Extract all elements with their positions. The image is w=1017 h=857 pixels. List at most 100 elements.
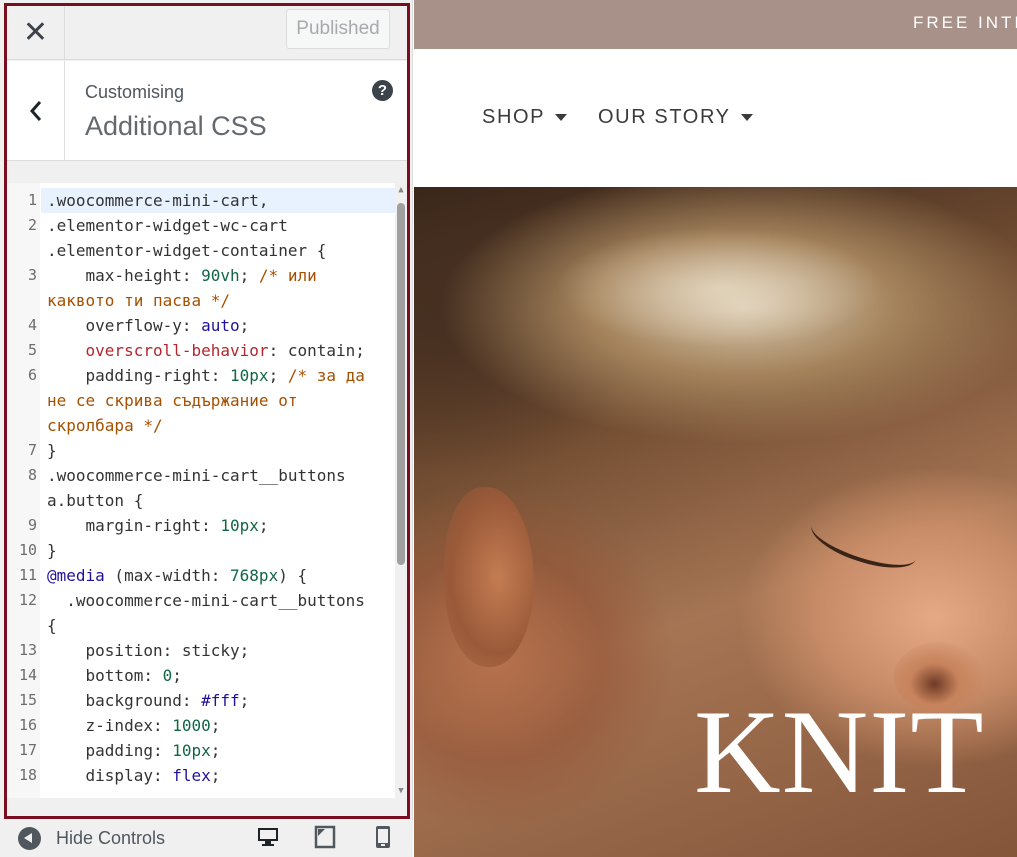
code-text: @media (max-width: 768px) { <box>41 563 395 588</box>
line-number: 1 <box>27 191 37 209</box>
code-token: 10px <box>220 516 259 535</box>
code-token: padding: <box>47 741 173 760</box>
code-line[interactable]: 12 .woocommerce-mini-cart__buttons <box>7 588 395 613</box>
editor-scrollbar[interactable]: ▲ ▼ <box>395 183 407 798</box>
code-line[interactable]: не се скрива съдържание от <box>7 388 395 413</box>
line-number: 18 <box>18 766 37 784</box>
line-number: 16 <box>18 716 37 734</box>
code-token: /* или <box>258 266 317 285</box>
site-navigation: SHOP OUR STORY <box>414 49 1017 187</box>
nav-item-our-story[interactable]: OUR STORY <box>598 106 753 129</box>
code-token: 10px <box>172 741 211 760</box>
scroll-down-icon[interactable]: ▼ <box>396 786 406 796</box>
code-line[interactable]: 15 background: #fff; <box>7 688 395 713</box>
code-line[interactable]: 10} <box>7 538 395 563</box>
publish-button[interactable]: Published <box>286 9 390 49</box>
help-glyph: ? <box>377 82 388 99</box>
mobile-preview-button[interactable] <box>371 825 395 854</box>
code-token: padding-right: <box>47 366 231 385</box>
hide-controls-button[interactable]: Hide Controls <box>18 824 165 852</box>
code-text: .woocommerce-mini-cart__buttons <box>41 588 395 613</box>
line-number: 6 <box>27 366 37 384</box>
code-token: (max-width: <box>104 566 231 585</box>
scroll-thumb[interactable] <box>397 203 405 565</box>
code-token: @media <box>47 566 105 585</box>
code-token: ; <box>258 516 269 535</box>
code-line[interactable]: 8 .woocommerce-mini-cart__buttons <box>7 463 395 488</box>
desktop-preview-button[interactable] <box>256 825 280 854</box>
code-token: position: sticky; <box>47 641 250 660</box>
code-line[interactable]: 5 overscroll-behavior: contain; <box>7 338 395 363</box>
code-token: overflow-y: <box>47 316 202 335</box>
code-token: ; <box>210 766 221 785</box>
code-token: } <box>47 541 57 560</box>
code-line[interactable]: a.button { <box>7 488 395 513</box>
code-token: max-height: <box>47 266 202 285</box>
code-token: .woocommerce-mini-cart__buttons <box>47 591 365 610</box>
code-token: ; <box>210 716 221 735</box>
code-text: padding-right: 10px; /* за да <box>41 363 395 388</box>
code-text: .woocommerce-mini-cart__buttons <box>41 463 395 488</box>
code-line[interactable]: скролбара */ <box>7 413 395 438</box>
code-text: margin-right: 10px; <box>41 513 395 538</box>
code-line[interactable]: .elementor-widget-container { <box>7 238 395 263</box>
code-text: .elementor-widget-container { <box>41 238 395 263</box>
announcement-bar: FREE INTE <box>414 0 1017 49</box>
back-button[interactable] <box>7 61 65 160</box>
tablet-preview-button[interactable] <box>313 825 337 854</box>
customising-label: Customising <box>85 82 185 102</box>
announcement-text: FREE INTE <box>913 13 1017 32</box>
code-text: position: sticky; <box>41 638 395 663</box>
code-text: не се скрива съдържание от <box>41 388 395 413</box>
code-line[interactable]: 14 bottom: 0; <box>7 663 395 688</box>
help-icon[interactable]: ? <box>372 80 393 101</box>
collapse-icon <box>18 826 41 850</box>
code-line[interactable]: 1 .woocommerce-mini-cart, <box>7 188 395 213</box>
code-token: auto <box>201 316 240 335</box>
line-number: 4 <box>27 316 37 334</box>
line-number: 9 <box>27 516 37 534</box>
code-line[interactable]: 16 z-index: 1000; <box>7 713 395 738</box>
code-token: ) { <box>278 566 308 585</box>
chevron-left-icon <box>29 100 41 121</box>
code-line[interactable]: 18 display: flex; <box>7 763 395 788</box>
nav-label: OUR STORY <box>598 106 731 128</box>
nav-item-shop[interactable]: SHOP <box>482 106 568 129</box>
code-token: a.button { <box>47 491 144 510</box>
code-token: z-index: <box>47 716 173 735</box>
code-token: ; <box>239 316 250 335</box>
nav-label: SHOP <box>482 106 546 128</box>
code-token: ; <box>172 666 182 685</box>
code-text: } <box>41 438 395 463</box>
code-text: overflow-y: auto; <box>41 313 395 338</box>
line-number: 10 <box>18 541 37 559</box>
site-preview[interactable]: FREE INTE SHOP OUR STORY KNIT <box>414 0 1017 857</box>
code-line[interactable]: 2 .elementor-widget-wc-cart <box>7 213 395 238</box>
code-token: ; <box>239 691 250 710</box>
code-token: background: <box>47 691 202 710</box>
css-code-editor[interactable]: 1 .woocommerce-mini-cart, 2 .elementor-widg… <box>7 183 407 798</box>
code-line[interactable]: 3 max-height: 90vh; /* или <box>7 263 395 288</box>
code-line[interactable]: 4 overflow-y: auto; <box>7 313 395 338</box>
line-number: 15 <box>18 691 37 709</box>
code-line[interactable]: 7} <box>7 438 395 463</box>
code-line[interactable]: каквото ти пасва */ <box>7 288 395 313</box>
code-token: ; <box>268 366 288 385</box>
code-line[interactable]: 17 padding: 10px; <box>7 738 395 763</box>
hero-photo-detail <box>444 487 534 667</box>
code-text: padding: 10px; <box>41 738 395 763</box>
hero-image: KNIT <box>414 187 1017 857</box>
code-line[interactable]: 13 position: sticky; <box>7 638 395 663</box>
code-line[interactable]: 9 margin-right: 10px; <box>7 513 395 538</box>
code-line[interactable]: 11 @media (max-width: 768px) { <box>7 563 395 588</box>
code-token: .elementor-widget-wc-cart <box>47 216 288 235</box>
code-text: скролбара */ <box>41 413 395 438</box>
code-token: скролбара */ <box>47 416 163 435</box>
section-title: Additional CSS <box>85 111 267 141</box>
code-line[interactable]: { <box>7 613 395 638</box>
code-line[interactable]: 6 padding-right: 10px; /* за да <box>7 363 395 388</box>
scroll-up-icon[interactable]: ▲ <box>396 185 406 195</box>
close-button[interactable]: ✕ <box>7 6 65 59</box>
code-text: bottom: 0; <box>41 663 395 688</box>
code-text: z-index: 1000; <box>41 713 395 738</box>
